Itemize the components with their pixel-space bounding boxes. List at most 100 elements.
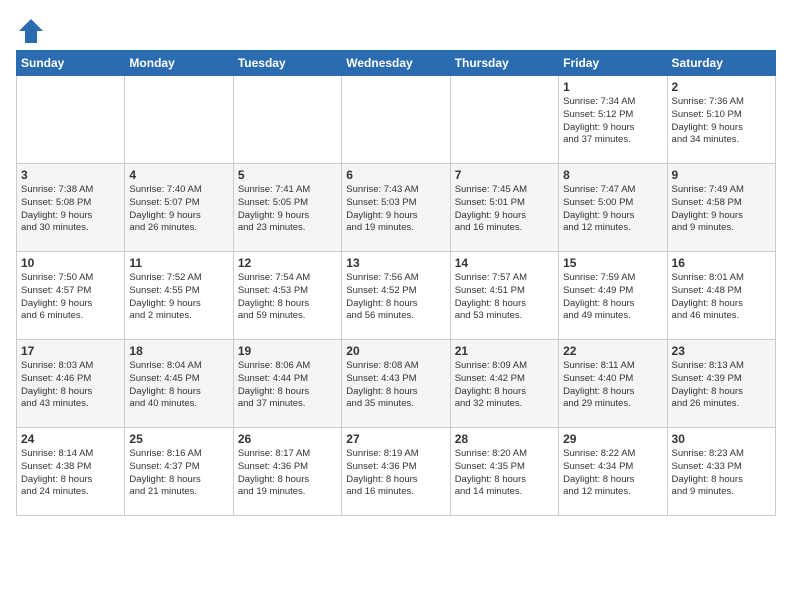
day-cell: 12 Sunrise: 7:54 AM Sunset: 4:53 PM Dayli… (233, 252, 341, 340)
day-number: 7 (455, 168, 554, 182)
day-info: Sunrise: 8:23 AM Sunset: 4:33 PM Dayligh… (672, 448, 771, 499)
day-number: 29 (563, 432, 662, 446)
day-number: 18 (129, 344, 228, 358)
day-info: Sunrise: 7:41 AM Sunset: 5:05 PM Dayligh… (238, 184, 337, 235)
day-cell: 2 Sunrise: 7:36 AM Sunset: 5:10 PM Daylig… (667, 76, 775, 164)
day-info: Sunrise: 7:57 AM Sunset: 4:51 PM Dayligh… (455, 272, 554, 323)
day-number: 19 (238, 344, 337, 358)
day-cell: 15 Sunrise: 7:59 AM Sunset: 4:49 PM Dayli… (559, 252, 667, 340)
day-cell: 18 Sunrise: 8:04 AM Sunset: 4:45 PM Dayli… (125, 340, 233, 428)
day-number: 8 (563, 168, 662, 182)
logo-icon (16, 16, 46, 46)
day-number: 5 (238, 168, 337, 182)
day-info: Sunrise: 8:06 AM Sunset: 4:44 PM Dayligh… (238, 360, 337, 411)
day-number: 22 (563, 344, 662, 358)
day-number: 26 (238, 432, 337, 446)
day-number: 17 (21, 344, 120, 358)
day-number: 4 (129, 168, 228, 182)
day-cell: 14 Sunrise: 7:57 AM Sunset: 4:51 PM Dayli… (450, 252, 558, 340)
day-info: Sunrise: 8:09 AM Sunset: 4:42 PM Dayligh… (455, 360, 554, 411)
day-info: Sunrise: 7:52 AM Sunset: 4:55 PM Dayligh… (129, 272, 228, 323)
day-info: Sunrise: 7:34 AM Sunset: 5:12 PM Dayligh… (563, 96, 662, 147)
day-cell: 29 Sunrise: 8:22 AM Sunset: 4:34 PM Dayli… (559, 428, 667, 516)
day-info: Sunrise: 8:17 AM Sunset: 4:36 PM Dayligh… (238, 448, 337, 499)
day-info: Sunrise: 8:11 AM Sunset: 4:40 PM Dayligh… (563, 360, 662, 411)
day-number: 12 (238, 256, 337, 270)
calendar-table: SundayMondayTuesdayWednesdayThursdayFrid… (16, 50, 776, 516)
day-cell: 22 Sunrise: 8:11 AM Sunset: 4:40 PM Dayli… (559, 340, 667, 428)
day-cell: 10 Sunrise: 7:50 AM Sunset: 4:57 PM Dayli… (17, 252, 125, 340)
day-info: Sunrise: 7:43 AM Sunset: 5:03 PM Dayligh… (346, 184, 445, 235)
day-number: 14 (455, 256, 554, 270)
day-info: Sunrise: 8:22 AM Sunset: 4:34 PM Dayligh… (563, 448, 662, 499)
day-info: Sunrise: 7:36 AM Sunset: 5:10 PM Dayligh… (672, 96, 771, 147)
day-number: 1 (563, 80, 662, 94)
day-cell: 5 Sunrise: 7:41 AM Sunset: 5:05 PM Daylig… (233, 164, 341, 252)
day-cell: 3Sunrise: 7:38 AM Sunset: 5:08 PM Daylig… (17, 164, 125, 252)
day-number: 15 (563, 256, 662, 270)
day-info: Sunrise: 7:50 AM Sunset: 4:57 PM Dayligh… (21, 272, 120, 323)
week-row-3: 10 Sunrise: 7:50 AM Sunset: 4:57 PM Dayli… (17, 252, 776, 340)
day-number: 9 (672, 168, 771, 182)
header-thursday: Thursday (450, 51, 558, 76)
day-cell: 20Sunrise: 8:08 AM Sunset: 4:43 PM Dayli… (342, 340, 450, 428)
day-info: Sunrise: 8:19 AM Sunset: 4:36 PM Dayligh… (346, 448, 445, 499)
day-info: Sunrise: 7:40 AM Sunset: 5:07 PM Dayligh… (129, 184, 228, 235)
page-header (16, 16, 776, 46)
day-info: Sunrise: 8:04 AM Sunset: 4:45 PM Dayligh… (129, 360, 228, 411)
day-info: Sunrise: 8:16 AM Sunset: 4:37 PM Dayligh… (129, 448, 228, 499)
week-row-2: 3Sunrise: 7:38 AM Sunset: 5:08 PM Daylig… (17, 164, 776, 252)
day-cell (17, 76, 125, 164)
day-info: Sunrise: 7:59 AM Sunset: 4:49 PM Dayligh… (563, 272, 662, 323)
day-cell: 24 Sunrise: 8:14 AM Sunset: 4:38 PM Dayli… (17, 428, 125, 516)
day-info: Sunrise: 7:54 AM Sunset: 4:53 PM Dayligh… (238, 272, 337, 323)
day-number: 13 (346, 256, 445, 270)
day-info: Sunrise: 7:45 AM Sunset: 5:01 PM Dayligh… (455, 184, 554, 235)
day-cell (342, 76, 450, 164)
day-info: Sunrise: 8:13 AM Sunset: 4:39 PM Dayligh… (672, 360, 771, 411)
day-info: Sunrise: 8:01 AM Sunset: 4:48 PM Dayligh… (672, 272, 771, 323)
day-cell: 21 Sunrise: 8:09 AM Sunset: 4:42 PM Dayli… (450, 340, 558, 428)
day-info: Sunrise: 8:08 AM Sunset: 4:43 PM Dayligh… (346, 360, 445, 411)
day-cell: 9 Sunrise: 7:49 AM Sunset: 4:58 PM Daylig… (667, 164, 775, 252)
header-tuesday: Tuesday (233, 51, 341, 76)
day-number: 21 (455, 344, 554, 358)
day-cell: 7 Sunrise: 7:45 AM Sunset: 5:01 PM Daylig… (450, 164, 558, 252)
day-number: 24 (21, 432, 120, 446)
day-cell: 27 Sunrise: 8:19 AM Sunset: 4:36 PM Dayli… (342, 428, 450, 516)
day-number: 10 (21, 256, 120, 270)
day-cell: 13 Sunrise: 7:56 AM Sunset: 4:52 PM Dayli… (342, 252, 450, 340)
day-info: Sunrise: 8:20 AM Sunset: 4:35 PM Dayligh… (455, 448, 554, 499)
day-cell (125, 76, 233, 164)
day-cell: 8 Sunrise: 7:47 AM Sunset: 5:00 PM Daylig… (559, 164, 667, 252)
day-number: 2 (672, 80, 771, 94)
day-cell: 28 Sunrise: 8:20 AM Sunset: 4:35 PM Dayli… (450, 428, 558, 516)
calendar-header-row: SundayMondayTuesdayWednesdayThursdayFrid… (17, 51, 776, 76)
day-cell: 30Sunrise: 8:23 AM Sunset: 4:33 PM Dayli… (667, 428, 775, 516)
day-info: Sunrise: 7:56 AM Sunset: 4:52 PM Dayligh… (346, 272, 445, 323)
week-row-4: 17Sunrise: 8:03 AM Sunset: 4:46 PM Dayli… (17, 340, 776, 428)
logo (16, 16, 50, 46)
day-cell: 26 Sunrise: 8:17 AM Sunset: 4:36 PM Dayli… (233, 428, 341, 516)
day-number: 28 (455, 432, 554, 446)
header-friday: Friday (559, 51, 667, 76)
day-cell: 17Sunrise: 8:03 AM Sunset: 4:46 PM Dayli… (17, 340, 125, 428)
day-cell: 4 Sunrise: 7:40 AM Sunset: 5:07 PM Daylig… (125, 164, 233, 252)
day-number: 16 (672, 256, 771, 270)
day-cell: 6 Sunrise: 7:43 AM Sunset: 5:03 PM Daylig… (342, 164, 450, 252)
day-cell: 23Sunrise: 8:13 AM Sunset: 4:39 PM Dayli… (667, 340, 775, 428)
day-number: 25 (129, 432, 228, 446)
day-number: 6 (346, 168, 445, 182)
day-cell: 1 Sunrise: 7:34 AM Sunset: 5:12 PM Daylig… (559, 76, 667, 164)
day-cell: 11Sunrise: 7:52 AM Sunset: 4:55 PM Dayli… (125, 252, 233, 340)
day-info: Sunrise: 8:14 AM Sunset: 4:38 PM Dayligh… (21, 448, 120, 499)
week-row-1: 1 Sunrise: 7:34 AM Sunset: 5:12 PM Daylig… (17, 76, 776, 164)
week-row-5: 24 Sunrise: 8:14 AM Sunset: 4:38 PM Dayli… (17, 428, 776, 516)
day-info: Sunrise: 7:38 AM Sunset: 5:08 PM Dayligh… (21, 184, 120, 235)
header-saturday: Saturday (667, 51, 775, 76)
day-info: Sunrise: 7:47 AM Sunset: 5:00 PM Dayligh… (563, 184, 662, 235)
day-info: Sunrise: 7:49 AM Sunset: 4:58 PM Dayligh… (672, 184, 771, 235)
day-cell (233, 76, 341, 164)
header-wednesday: Wednesday (342, 51, 450, 76)
day-number: 27 (346, 432, 445, 446)
